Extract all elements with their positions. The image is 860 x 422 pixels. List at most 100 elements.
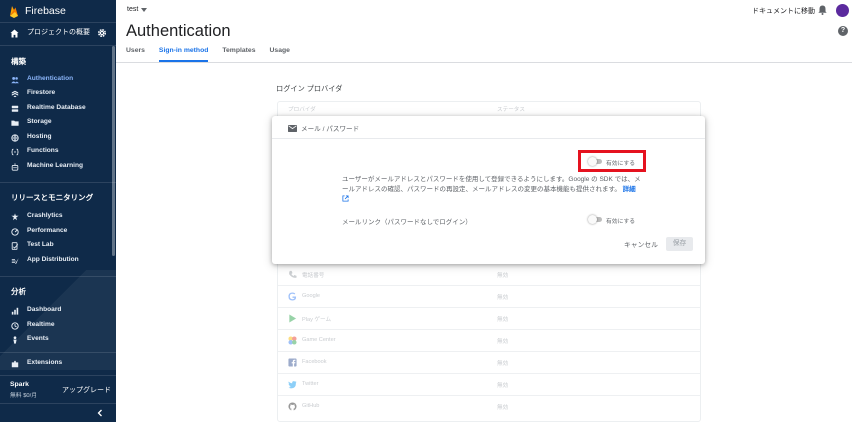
provider-status: 無効 <box>497 405 509 411</box>
provider-name: GitHub <box>302 403 320 409</box>
chevron-left-icon[interactable] <box>96 409 104 417</box>
sidebar-item-label: Dashboard <box>27 306 62 313</box>
docs-link[interactable]: ドキュメントに移動 <box>752 6 815 16</box>
tab-sign-in-method[interactable]: Sign-in method <box>158 47 209 62</box>
table-row[interactable]: Twitter 無効 <box>278 373 700 395</box>
app-distribution-icon <box>11 258 19 264</box>
sidebar-item-label: Authentication <box>27 75 74 82</box>
sidebar-item-label: Crashlytics <box>27 212 63 219</box>
toggle-thumb <box>588 215 597 224</box>
email-link-enable-label: 有効にする <box>606 219 636 225</box>
sidebar-scrollbar[interactable] <box>112 46 115 256</box>
details-link-label: 詳細 <box>622 186 636 193</box>
sidebar-item-label: Realtime Database <box>27 104 86 111</box>
firebase-flame-icon <box>10 5 18 18</box>
firebase-logo[interactable]: Firebase <box>9 4 66 18</box>
avatar[interactable] <box>836 4 849 17</box>
sidebar-item-label: Machine Learning <box>27 162 84 169</box>
table-row[interactable]: Game Center 無効 <box>278 329 700 351</box>
crashlytics-icon <box>11 213 19 221</box>
provider-status: 無効 <box>497 339 509 345</box>
github-icon <box>288 402 297 411</box>
plan-info: Spark 無料 $0/月 <box>10 381 37 399</box>
sidebar-item-label: Events <box>27 335 49 342</box>
extensions-icon <box>11 360 19 368</box>
sidebar-divider <box>0 276 116 277</box>
save-button[interactable]: 保存 <box>666 237 693 251</box>
section-title-analytics: 分析 <box>11 287 26 296</box>
external-link-icon <box>342 195 349 202</box>
upgrade-button[interactable]: アップグレード <box>62 385 111 395</box>
gear-icon[interactable] <box>97 28 107 38</box>
people-icon <box>11 76 19 84</box>
sidebar-item-events[interactable]: Events <box>0 334 112 347</box>
bell-icon[interactable] <box>818 5 827 15</box>
performance-icon <box>11 228 19 236</box>
tab-usage[interactable]: Usage <box>270 47 290 62</box>
tab-templates[interactable]: Templates <box>222 47 255 62</box>
provider-status: 無効 <box>497 317 509 323</box>
sidebar-item-extensions[interactable]: Extensions <box>0 358 112 371</box>
tab-divider <box>116 62 852 63</box>
provider-name: Play ゲーム <box>302 317 332 323</box>
provider-name: Game Center <box>302 337 336 343</box>
sidebar-item-test-lab[interactable]: Test Lab <box>0 240 112 253</box>
sidebar-item-app-distribution[interactable]: App Distribution <box>0 255 112 268</box>
table-row[interactable]: Google 無効 <box>278 285 700 307</box>
email-link-label: メールリンク（パスワードなしでログイン） <box>342 219 472 226</box>
dialog-title: メール / パスワード <box>301 126 360 133</box>
dialog-description: ユーザーがメールアドレスとパスワードを使用して登録できるようにします。Googl… <box>342 175 642 205</box>
sidebar-item-realtime-database[interactable]: Realtime Database <box>0 103 112 116</box>
game-center-icon <box>288 336 297 345</box>
sidebar-item-machine-learning[interactable]: Machine Learning <box>0 161 112 174</box>
google-icon <box>288 292 297 301</box>
dialog-header: メール / パスワード <box>288 123 359 133</box>
project-name: test <box>127 6 139 13</box>
page-title: Authentication <box>126 22 231 40</box>
sidebar-item-storage[interactable]: Storage <box>0 117 112 130</box>
table-row[interactable]: Play ゲーム 無効 <box>278 307 700 329</box>
ml-icon <box>11 163 19 171</box>
sidebar-item-dashboard[interactable]: Dashboard <box>0 305 112 318</box>
provider-status: 無効 <box>497 383 509 389</box>
sidebar-item-functions[interactable]: Functions <box>0 146 112 159</box>
toggle-thumb <box>588 157 597 166</box>
functions-icon <box>11 148 19 156</box>
database-icon <box>11 105 19 112</box>
plan-name: Spark <box>10 381 29 388</box>
enable-label: 有効にする <box>606 161 636 167</box>
twitter-icon <box>288 381 297 389</box>
email-link-toggle[interactable] <box>588 215 603 224</box>
table-row[interactable]: GitHub 無効 <box>278 395 700 417</box>
sidebar-item-label: App Distribution <box>27 256 79 263</box>
sidebar-item-label: Hosting <box>27 133 52 140</box>
section-title-build: 構築 <box>11 57 26 66</box>
email-password-dialog: メール / パスワード 有効にする ユーザーがメールアドレスとパスワードを使用し… <box>272 116 705 264</box>
sidebar-divider <box>0 22 116 23</box>
sidebar-divider <box>0 182 116 183</box>
help-icon[interactable]: ? <box>838 26 848 36</box>
sidebar-item-label: Test Lab <box>27 241 54 248</box>
tab-users[interactable]: Users <box>126 47 145 62</box>
provider-status: 無効 <box>497 361 509 367</box>
provider-status: 無効 <box>497 273 509 279</box>
section-label-providers: ログイン プロバイダ <box>276 84 343 93</box>
plan-price: 無料 $0/月 <box>10 393 38 399</box>
table-row[interactable]: 電話番号 無効 <box>278 263 700 285</box>
project-selector[interactable]: test <box>127 6 148 13</box>
sidebar-item-label: Storage <box>27 118 52 125</box>
cancel-button[interactable]: キャンセル <box>624 239 658 249</box>
firestore-icon <box>11 90 19 98</box>
sidebar-item-hosting[interactable]: Hosting <box>0 132 112 145</box>
realtime-icon <box>11 322 19 330</box>
email-password-toggle[interactable] <box>588 157 603 166</box>
sidebar-item-authentication[interactable]: Authentication <box>0 74 112 87</box>
sidebar-item-performance[interactable]: Performance <box>0 226 112 239</box>
sidebar-item-label: Firestore <box>27 89 56 96</box>
project-overview-link[interactable]: プロジェクトの概要 <box>0 24 116 42</box>
dashboard-icon <box>11 307 19 315</box>
sidebar-item-realtime[interactable]: Realtime <box>0 320 112 333</box>
sidebar-item-crashlytics[interactable]: Crashlytics <box>0 211 112 224</box>
sidebar-item-firestore[interactable]: Firestore <box>0 88 112 101</box>
table-row[interactable]: Facebook 無効 <box>278 351 700 373</box>
